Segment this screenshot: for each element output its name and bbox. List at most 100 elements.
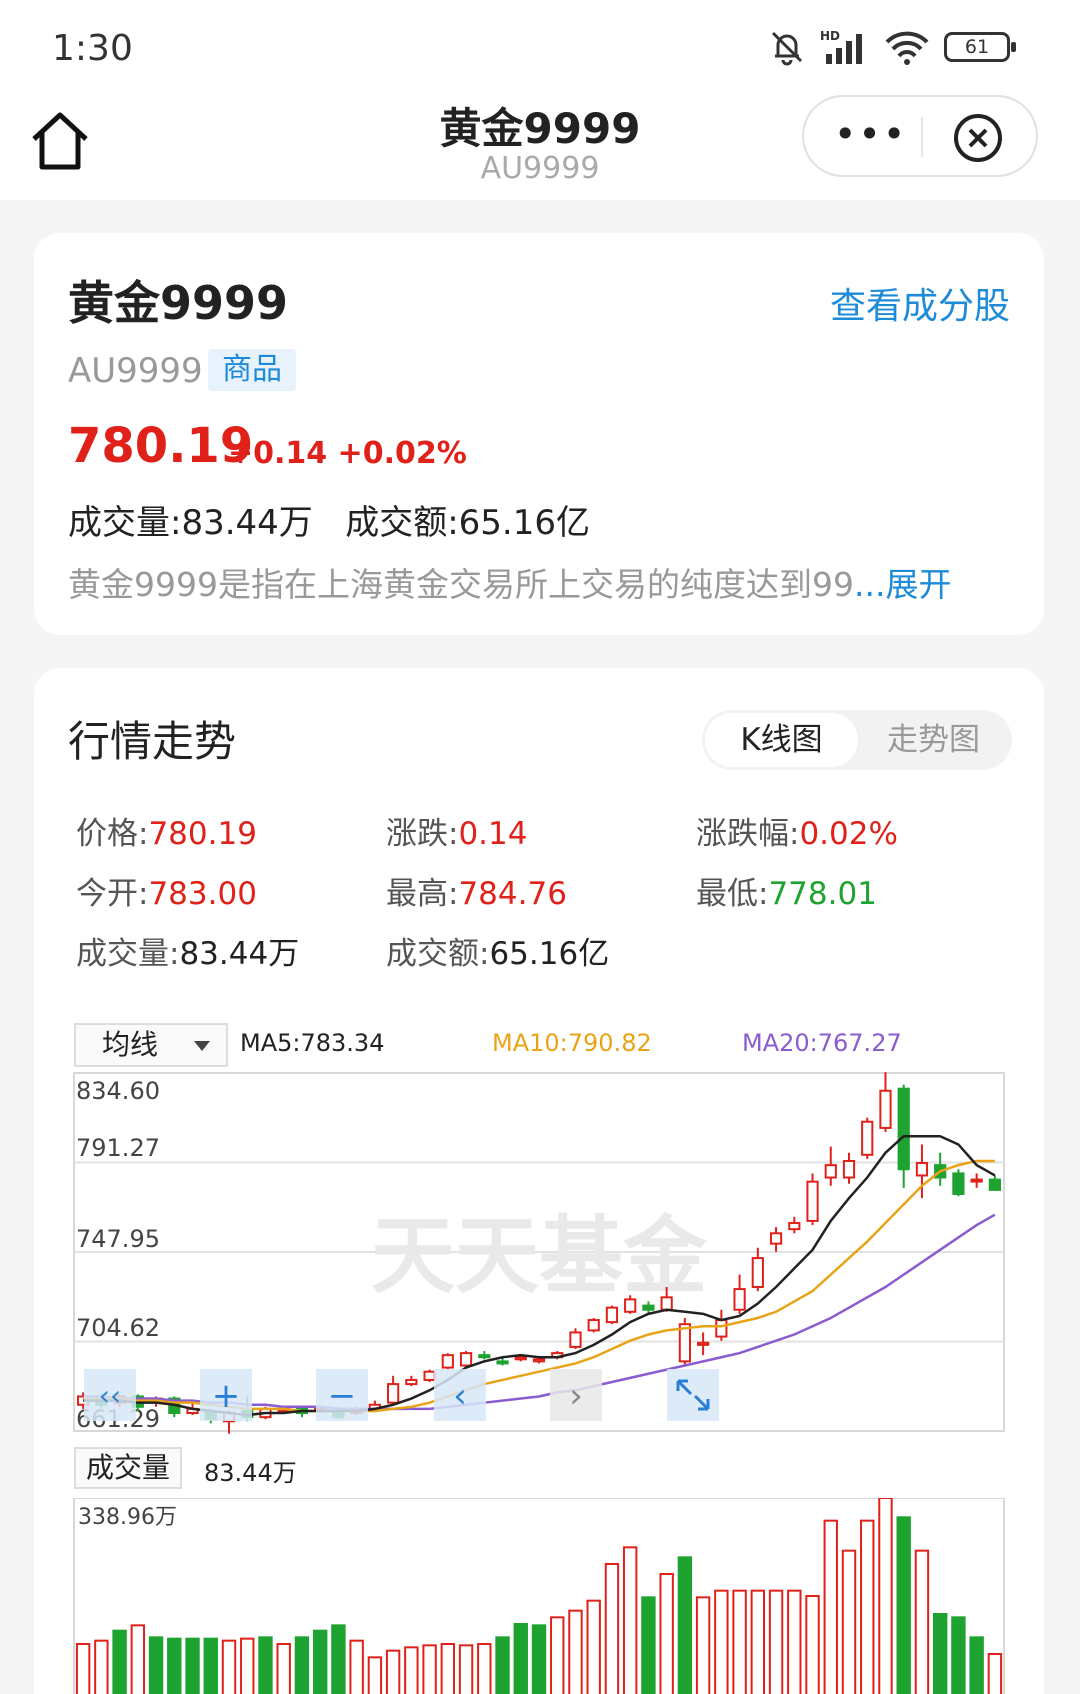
stat-value: 784.76 xyxy=(458,876,567,912)
candle-body xyxy=(496,1360,509,1365)
volume-bar xyxy=(750,1589,766,1694)
volume-bar xyxy=(677,1556,693,1694)
svg-text:HD: HD xyxy=(820,29,840,43)
volume-bar xyxy=(932,1613,948,1694)
tab-kline[interactable]: K线图 xyxy=(705,713,858,767)
volume-bar xyxy=(969,1636,984,1694)
stat-volume: 成交量:83.44万 xyxy=(76,928,299,973)
y-tick-label: 747.95 xyxy=(76,1225,160,1253)
volume-bar xyxy=(604,1563,620,1694)
price-change: +0.14 +0.02% xyxy=(228,436,467,471)
kline-chart[interactable]: 天天基金 834.60 791.27 747.95 704.62 661.29 … xyxy=(34,1023,1044,1443)
volume-bar xyxy=(422,1644,437,1694)
stat-label: 成交量: xyxy=(76,936,180,972)
fund-name: 黄金9999 xyxy=(68,276,289,330)
candle-body xyxy=(988,1178,1001,1191)
signal-icon: HD xyxy=(820,29,862,64)
candle xyxy=(806,1173,819,1226)
volume-bar xyxy=(221,1639,237,1694)
navbar: 黄金9999 AU9999 ••• xyxy=(0,95,1080,200)
chart-area: 均线 MA5:783.34 MA10:790.82 MA20:767.27 天天… xyxy=(34,1023,1044,1694)
candle xyxy=(678,1317,691,1366)
volume-bar xyxy=(860,1519,875,1694)
candle xyxy=(423,1369,436,1383)
volume-bar xyxy=(550,1616,565,1694)
status-icons: HD 61 xyxy=(768,28,1016,66)
volume-bar xyxy=(714,1589,729,1694)
volume-bar xyxy=(458,1644,474,1694)
next-button[interactable]: › xyxy=(550,1369,602,1421)
candle-body xyxy=(952,1172,965,1196)
candle-body xyxy=(697,1341,710,1346)
stat-value: 65.16亿 xyxy=(489,936,610,972)
stat-value: 0.14 xyxy=(458,816,528,852)
expand-link[interactable]: ...展开 xyxy=(854,565,951,604)
tab-trend[interactable]: 走势图 xyxy=(857,710,1010,770)
stat-label: 价格: xyxy=(76,816,149,852)
volume-tab[interactable]: 成交量 xyxy=(74,1447,182,1489)
candle-body xyxy=(861,1120,874,1156)
close-icon[interactable] xyxy=(951,111,1005,165)
svg-text:‹: ‹ xyxy=(453,1376,467,1416)
stat-change: 涨跌:0.14 xyxy=(386,808,527,853)
status-time: 1:30 xyxy=(52,28,133,69)
stat-label: 最低: xyxy=(696,876,769,912)
mini-program-capsule: ••• xyxy=(802,95,1038,177)
volume-bar xyxy=(586,1599,601,1694)
candle-body xyxy=(514,1356,527,1361)
candle-body xyxy=(441,1354,454,1369)
volume-bar xyxy=(695,1596,711,1694)
battery-icon: 61 xyxy=(944,32,1016,62)
volume-bar xyxy=(312,1629,328,1694)
y-tick-label: 834.60 xyxy=(76,1077,160,1105)
watermark: 天天基金 xyxy=(371,1207,708,1305)
volume-bar xyxy=(732,1589,747,1694)
more-icon[interactable]: ••• xyxy=(834,115,905,157)
volume-turnover: 成交量:83.44万 成交额:65.16亿 xyxy=(68,503,591,543)
chart-type-toggle: K线图 走势图 xyxy=(702,710,1012,770)
candle-body xyxy=(897,1087,910,1171)
candle-body xyxy=(824,1164,837,1179)
candle xyxy=(587,1317,600,1333)
volume-bar xyxy=(148,1636,164,1694)
stat-label: 今开: xyxy=(76,876,149,912)
volume-bar xyxy=(568,1609,583,1694)
volume-bar xyxy=(75,1643,91,1694)
candle xyxy=(441,1353,454,1370)
volume-bar xyxy=(258,1636,273,1694)
candle-body xyxy=(879,1089,892,1129)
svg-text:+: + xyxy=(212,1376,241,1416)
stat-label: 成交额: xyxy=(386,936,490,972)
volume-bar xyxy=(622,1546,638,1694)
zoom-out-button[interactable]: − xyxy=(316,1369,368,1421)
view-components-link[interactable]: 查看成分股 xyxy=(830,277,1010,329)
stat-value: 83.44万 xyxy=(179,936,300,972)
svg-text:‹‹: ‹‹ xyxy=(99,1379,121,1412)
candle-body xyxy=(387,1383,400,1404)
volume-bar xyxy=(823,1519,838,1694)
stat-change-pct: 涨跌幅:0.02% xyxy=(696,808,898,853)
volume-bar xyxy=(951,1616,966,1694)
candle-body xyxy=(733,1288,746,1311)
svg-text:−: − xyxy=(328,1376,357,1416)
fullscreen-icon[interactable] xyxy=(667,1369,719,1421)
stat-value: 0.02% xyxy=(799,816,898,852)
y-tick-label: 791.27 xyxy=(76,1134,160,1162)
volume-bar xyxy=(768,1589,784,1694)
fast-back-button[interactable]: ‹‹ xyxy=(84,1369,136,1421)
stat-label: 涨跌: xyxy=(386,816,459,852)
prev-button[interactable]: ‹ xyxy=(434,1369,486,1421)
volume-bar xyxy=(367,1656,383,1694)
candle xyxy=(952,1169,965,1197)
volume-bar xyxy=(896,1516,911,1694)
zoom-in-button[interactable]: + xyxy=(200,1369,252,1421)
volume-bar xyxy=(440,1643,456,1694)
candle-body xyxy=(423,1370,436,1381)
volume-bar xyxy=(914,1549,930,1694)
y-tick-label: 704.62 xyxy=(76,1314,160,1342)
stat-price: 价格:780.19 xyxy=(76,808,257,853)
market-trend-card: 行情走势 K线图 走势图 价格:780.19 涨跌:0.14 涨跌幅:0.02%… xyxy=(34,668,1044,1694)
volume-bar xyxy=(531,1624,547,1694)
volume-value: 83.44万 xyxy=(204,1459,297,1487)
volume-bar xyxy=(495,1636,510,1694)
